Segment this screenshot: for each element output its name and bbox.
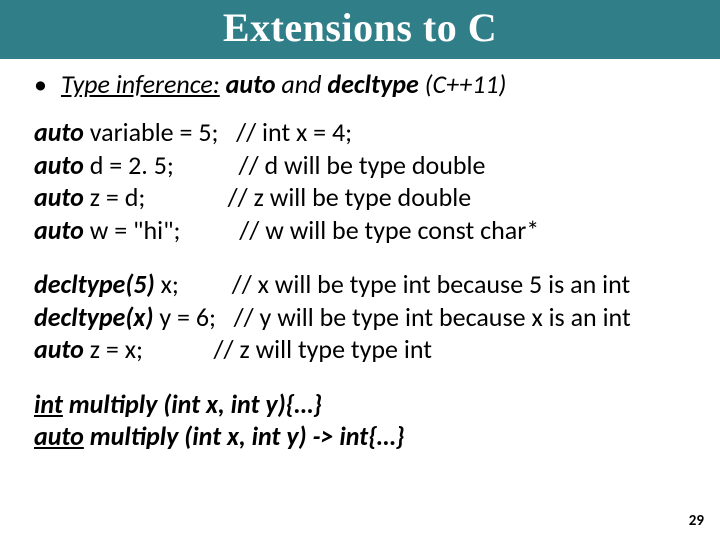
code-row: decltype(x) y = 6; // y will be type int… bbox=[34, 301, 690, 334]
kw-decltype: decltype(x) bbox=[34, 301, 153, 333]
kw-auto: auto bbox=[34, 181, 84, 213]
code-text: x; bbox=[155, 268, 232, 300]
code-comment: // z will be type double bbox=[228, 181, 472, 213]
code-comment: // x will be type int because 5 is an in… bbox=[232, 268, 631, 300]
code-row: auto z = x; // z will type type int bbox=[34, 333, 690, 366]
kw-auto: auto bbox=[34, 214, 84, 246]
code-comment: // w will be type const char* bbox=[239, 214, 539, 246]
code-comment: // d will be type double bbox=[239, 149, 486, 181]
kw-auto: auto bbox=[34, 149, 84, 181]
kw-decltype: decltype(5) bbox=[34, 268, 155, 300]
code-row: auto z = d; // z will be type double bbox=[34, 181, 690, 214]
code-row: auto d = 2. 5; // d will be type double bbox=[34, 149, 690, 182]
bullet-and: and bbox=[276, 68, 328, 100]
bullet-type-inference: • Type inference: auto and decltype (C++… bbox=[34, 69, 690, 100]
code-row: decltype(5) x; // x will be type int bec… bbox=[34, 268, 690, 301]
code-comment: // int x = 4; bbox=[236, 116, 352, 148]
code-text: z = d; bbox=[84, 181, 228, 213]
slide: Extensions to C • Type inference: auto a… bbox=[0, 0, 720, 540]
code-row: auto variable = 5; // int x = 4; bbox=[34, 116, 690, 149]
kw-int: int bbox=[34, 388, 63, 420]
code-text: variable = 5; bbox=[84, 116, 236, 148]
code-block-auto: auto variable = 5; // int x = 4; auto d … bbox=[34, 116, 690, 246]
signature-text: multiply (int x, int y){…} bbox=[63, 388, 322, 420]
kw-decltype: decltype bbox=[327, 68, 418, 100]
signature-row: auto multiply (int x, int y) -> int{…} bbox=[34, 420, 690, 453]
bullet-dot-icon: • bbox=[34, 69, 47, 100]
code-row: auto w = "hi"; // w will be type const c… bbox=[34, 214, 690, 247]
code-text: y = 6; bbox=[153, 301, 233, 333]
page-number: 29 bbox=[689, 512, 704, 530]
code-comment: // y will be type int because x is an in… bbox=[234, 301, 631, 333]
bullet-version: (C++11) bbox=[419, 68, 507, 100]
kw-auto: auto bbox=[34, 333, 84, 365]
code-text: z = x; bbox=[84, 333, 214, 365]
bullet-text: Type inference: auto and decltype (C++11… bbox=[61, 69, 506, 100]
kw-auto: auto bbox=[226, 68, 276, 100]
code-text: d = 2. 5; bbox=[84, 149, 239, 181]
code-block-decltype: decltype(5) x; // x will be type int bec… bbox=[34, 268, 690, 366]
code-comment: // z will type type int bbox=[213, 333, 431, 365]
slide-content: • Type inference: auto and decltype (C++… bbox=[0, 59, 720, 453]
signature-row: int multiply (int x, int y){…} bbox=[34, 388, 690, 421]
kw-auto: auto bbox=[34, 116, 84, 148]
slide-title: Extensions to C bbox=[0, 0, 720, 59]
signature-text: multiply (int x, int y) -> int{…} bbox=[84, 420, 405, 452]
kw-auto: auto bbox=[34, 420, 84, 452]
code-text: w = "hi"; bbox=[84, 214, 239, 246]
code-block-signatures: int multiply (int x, int y){…} auto mult… bbox=[34, 388, 690, 453]
bullet-label: Type inference: bbox=[61, 68, 220, 100]
